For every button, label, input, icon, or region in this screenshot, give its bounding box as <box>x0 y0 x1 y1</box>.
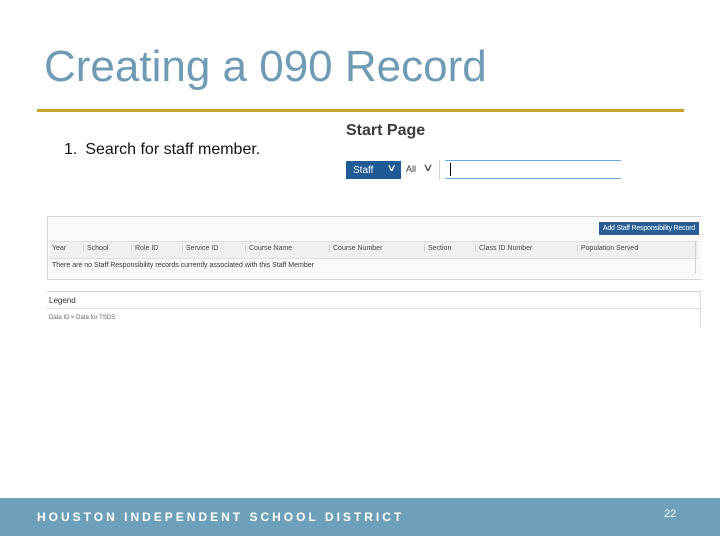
column-header[interactable]: Population Served <box>577 245 638 252</box>
legend-divider <box>47 308 701 309</box>
grid-border <box>695 241 696 274</box>
legend-panel: Legend Data ID = Data for TSDS <box>47 291 701 328</box>
title-divider <box>37 109 684 112</box>
text-cursor <box>450 163 451 176</box>
column-header[interactable]: Course Number <box>329 245 382 252</box>
column-header[interactable]: Role ID <box>131 245 158 252</box>
filter-label[interactable]: All <box>406 164 416 174</box>
column-header[interactable]: Service ID <box>182 245 218 252</box>
column-header[interactable]: Year <box>52 245 66 252</box>
slide-title: Creating a 090 Record <box>44 42 487 91</box>
footer-bar: HOUSTON INDEPENDENT SCHOOL DISTRICT 22 <box>0 498 720 536</box>
filter-chevron-down-icon[interactable]: ∨ <box>422 161 433 174</box>
staff-responsibility-panel: Add Staff Responsibility Record Year Sch… <box>47 216 702 280</box>
column-header[interactable]: Class ID Number <box>475 245 532 252</box>
step-label: Search for staff member. <box>85 141 261 158</box>
step-number: 1. <box>64 141 78 158</box>
grid-empty-message: There are no Staff Responsibility record… <box>52 262 314 269</box>
legend-item: Data ID = Data for TSDS <box>49 315 116 321</box>
start-page-title: Start Page <box>346 122 426 139</box>
legend-title: Legend <box>49 296 76 305</box>
search-separator <box>439 160 440 180</box>
footer-org-name: HOUSTON INDEPENDENT SCHOOL DISTRICT <box>37 510 405 524</box>
page-number: 22 <box>664 508 677 520</box>
column-header[interactable]: School <box>83 245 108 252</box>
chevron-down-icon: ∨ <box>386 163 397 174</box>
search-scope-button[interactable]: Staff ∨ <box>346 161 401 179</box>
search-input[interactable] <box>445 160 621 179</box>
add-staff-responsibility-button[interactable]: Add Staff Responsibility Record <box>598 222 699 235</box>
column-header[interactable]: Course Name <box>245 245 292 252</box>
step-instruction: 1. Search for staff member. <box>64 141 260 159</box>
search-bar: Staff ∨ All ∨ <box>346 160 622 180</box>
search-scope-label: Staff <box>353 164 374 176</box>
grid-header: Year School Role ID Service ID Course Na… <box>50 241 698 259</box>
column-header[interactable]: Section <box>424 245 451 252</box>
legend-border <box>700 292 701 328</box>
